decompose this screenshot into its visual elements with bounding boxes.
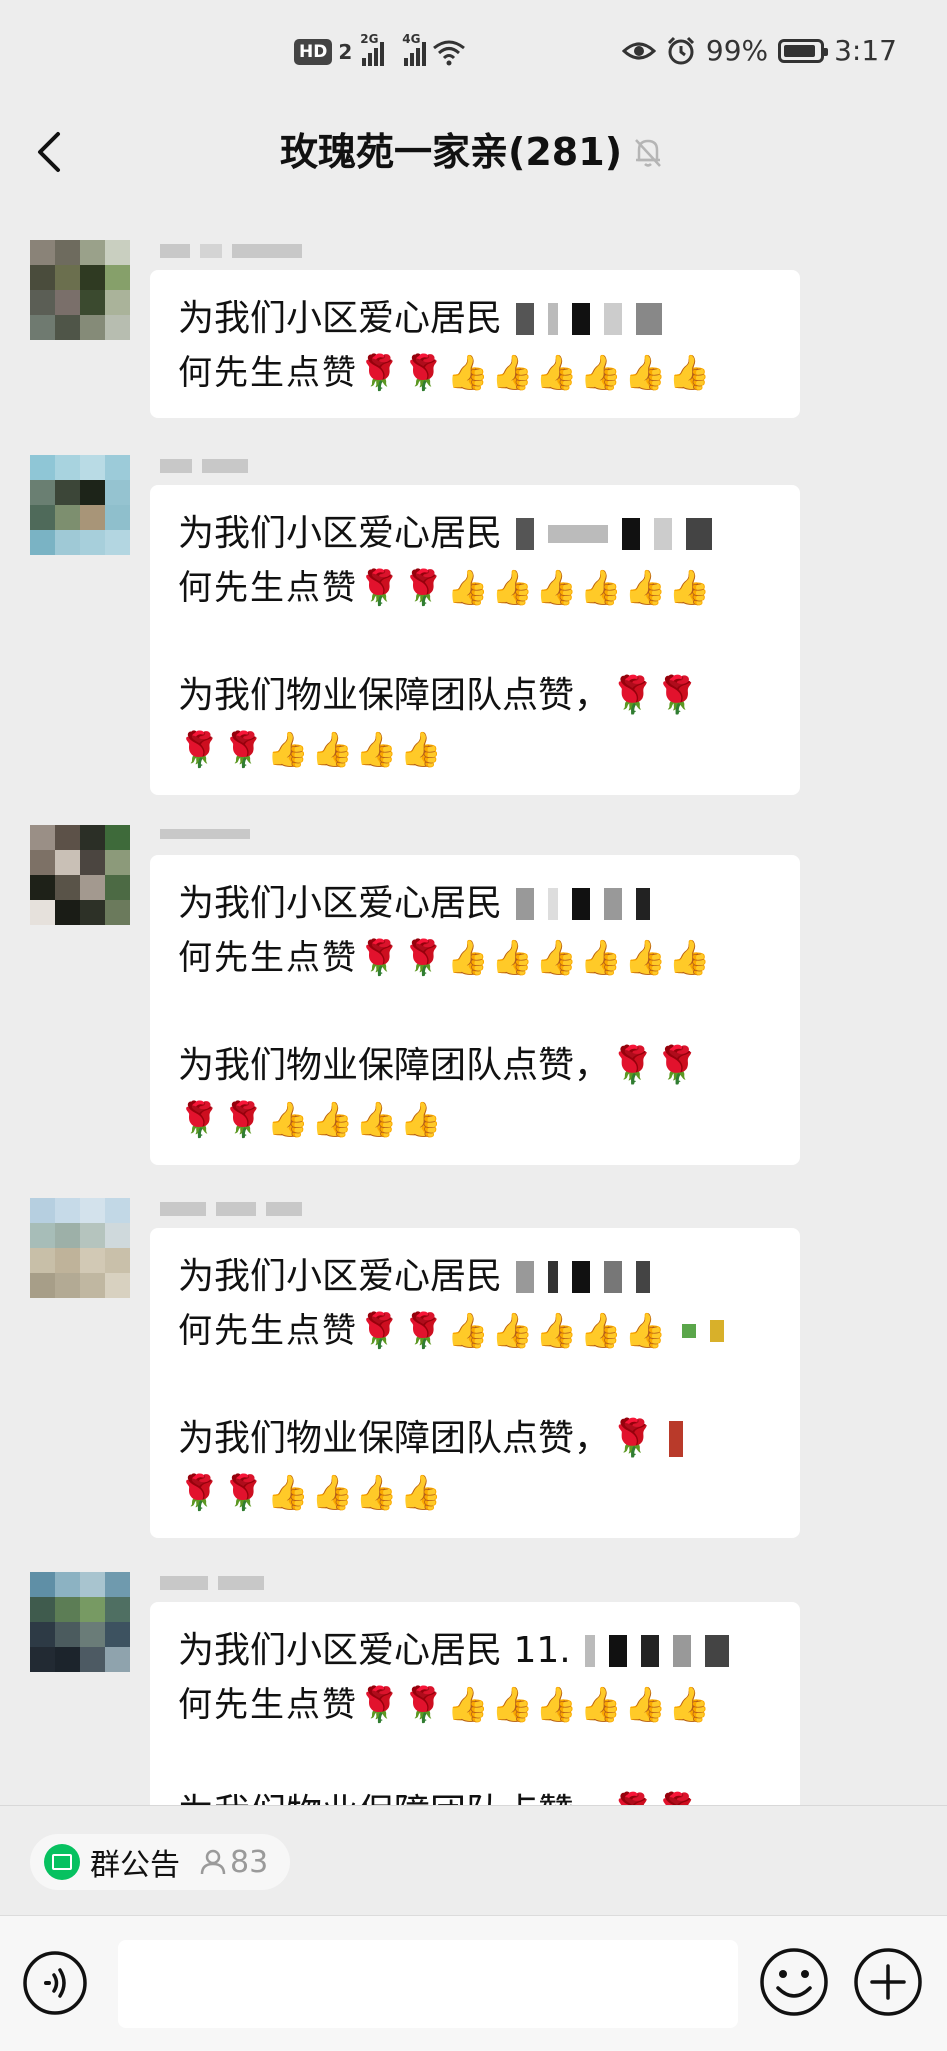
message-line: 为我们小区爱心居民 11. [178, 1624, 772, 1678]
message-input[interactable] [118, 1940, 738, 2028]
sender-name [160, 829, 250, 839]
wifi-icon [433, 40, 466, 66]
hd-badge: HD [294, 39, 333, 65]
message-line: 🌹🌹👍👍👍👍 [178, 730, 445, 770]
signal-icon-2: 4G [402, 32, 427, 66]
notice-label: 群公告 [90, 1848, 180, 1883]
network-type-2: 4G [402, 32, 421, 46]
message-line: 为我们小区爱心居民 [178, 507, 772, 561]
back-arrow-icon[interactable] [30, 122, 70, 182]
message-line: 何先生点赞🌹🌹👍👍👍👍👍👍 [178, 353, 713, 393]
sim-indicator: 2 [338, 40, 353, 64]
sender-name [160, 459, 248, 473]
blurred-text [584, 1635, 729, 1667]
input-bar [0, 1915, 947, 2051]
message-bubble[interactable]: 为我们小区爱心居民 何先生点赞🌹🌹👍👍👍👍👍👍 为我们物业保障团队点赞，🌹🌹 🌹… [150, 855, 800, 1165]
sender-name [160, 1202, 302, 1216]
message-line: 🌹🌹👍👍👍👍 [178, 1473, 445, 1513]
message-bubble[interactable]: 为我们小区爱心居民 何先生点赞🌹🌹👍👍👍👍👍👍 [150, 270, 800, 418]
message-line: 为我们小区爱心居民 [178, 877, 772, 931]
mute-bell-icon [635, 139, 661, 167]
message-line: 为我们物业保障团队点赞，🌹🌹 [178, 675, 700, 716]
plus-icon[interactable] [852, 1946, 924, 2018]
message-line: 何先生点赞🌹🌹👍👍👍👍👍👍 [178, 938, 713, 978]
message-line: 为我们小区爱心居民 [178, 292, 772, 346]
sender-name [160, 1576, 264, 1590]
status-left: HD 2 2G 4G [294, 32, 466, 66]
message-line: 为我们物业保障团队点赞，🌹🌹 [178, 1786, 772, 1805]
message-line: 为我们物业保障团队点赞，🌹🌹 [178, 1045, 700, 1086]
message-line: 何先生点赞🌹🌹👍👍👍👍👍👍 [178, 1685, 713, 1725]
battery-percent: 99% [705, 34, 769, 67]
avatar[interactable] [30, 455, 130, 555]
chat-header: 玫瑰苑一家亲(281) [0, 110, 947, 220]
eye-icon [621, 42, 656, 59]
alarm-icon [667, 36, 694, 64]
clock: 3:17 [834, 34, 897, 67]
message-line: 何先生点赞🌹🌹👍👍👍👍👍👍 [178, 568, 713, 608]
message-bubble[interactable]: 为我们小区爱心居民 11. 何先生点赞🌹🌹👍👍👍👍👍👍 为我们物业保障团队点赞，… [150, 1602, 800, 1805]
avatar[interactable] [30, 1572, 130, 1672]
signal-icon: 2G [360, 32, 385, 66]
group-notice-button[interactable]: 群公告 83 [30, 1834, 291, 1890]
message-bubble[interactable]: 为我们小区爱心居民 何先生点赞🌹🌹👍👍👍👍👍👍 为我们物业保障团队点赞，🌹🌹 🌹… [150, 485, 800, 795]
sender-name [160, 244, 302, 258]
blurred-text [516, 1261, 651, 1293]
message-list[interactable]: 为我们小区爱心居民 何先生点赞🌹🌹👍👍👍👍👍👍 为我们小区爱心居民 何先生点赞🌹… [0, 220, 947, 1805]
avatar[interactable] [30, 825, 130, 925]
person-icon [200, 1849, 226, 1875]
notice-icon [44, 1844, 80, 1880]
avatar[interactable] [30, 1198, 130, 1298]
network-type-1: 2G [360, 32, 379, 46]
blurred-emoji [668, 1421, 683, 1457]
avatar[interactable] [30, 240, 130, 340]
blurred-text [516, 518, 713, 550]
blurred-text [516, 303, 663, 335]
notice-bar: 群公告 83 [0, 1805, 947, 1915]
member-count: 83 [200, 1845, 268, 1880]
message-line: 何先生点赞🌹🌹👍👍👍👍👍 [178, 1304, 772, 1358]
voice-icon[interactable] [22, 1950, 88, 2016]
battery-icon [778, 38, 829, 63]
blurred-emoji [682, 1320, 725, 1342]
message-line: 为我们小区爱心居民 [178, 1250, 772, 1304]
status-bar: HD 2 2G 4G 99% 3:17 [0, 0, 947, 110]
chat-title: 玫瑰苑一家亲(281) [280, 130, 623, 174]
message-line: 为我们物业保障团队点赞，🌹 [178, 1412, 772, 1466]
status-right: 99% 3:17 [621, 34, 897, 67]
blurred-text [516, 888, 651, 920]
message-bubble[interactable]: 为我们小区爱心居民 何先生点赞🌹🌹👍👍👍👍👍 为我们物业保障团队点赞，🌹 🌹🌹👍… [150, 1228, 800, 1538]
message-line: 🌹🌹👍👍👍👍 [178, 1100, 445, 1140]
emoji-icon[interactable] [758, 1946, 830, 2018]
